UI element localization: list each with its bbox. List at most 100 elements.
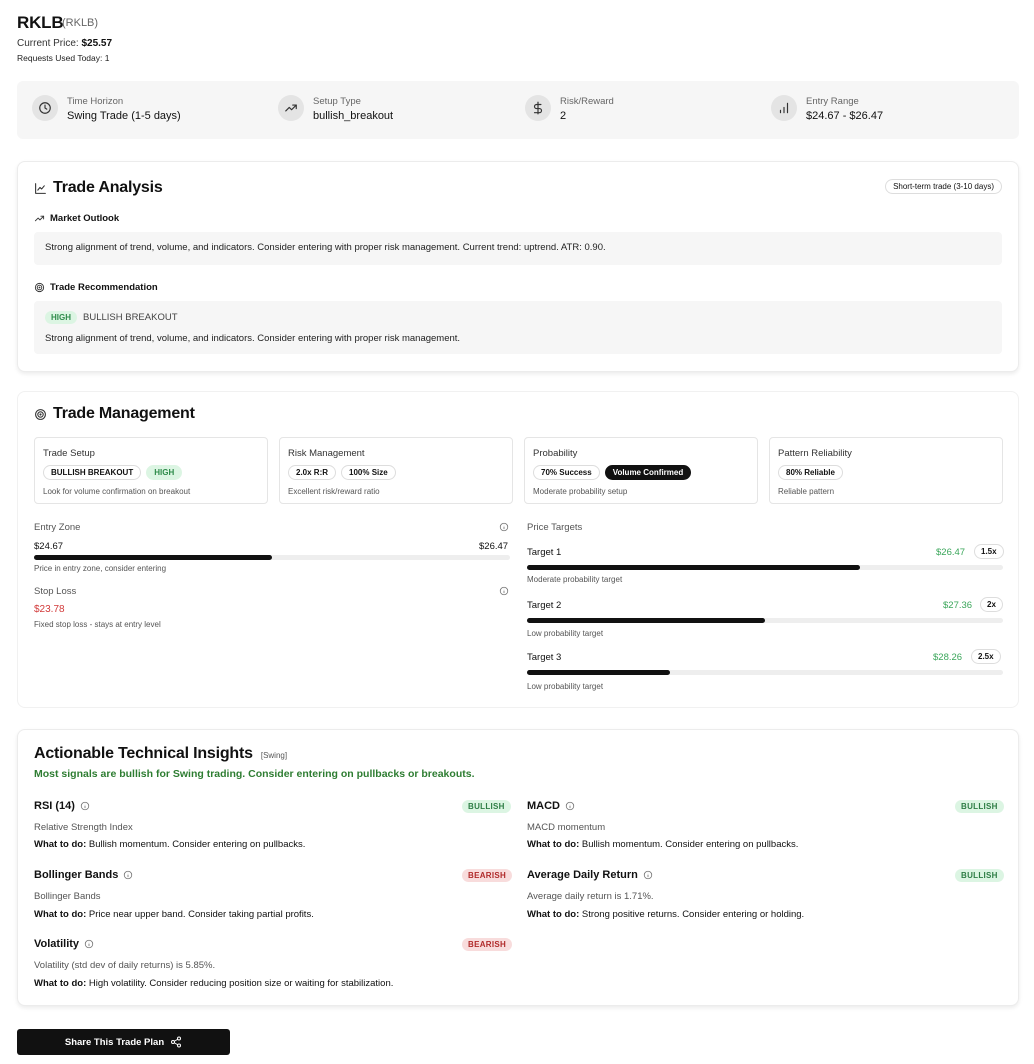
indicator-name-text: RSI (14): [34, 800, 75, 812]
indicator-name: RSI (14): [34, 800, 90, 812]
target-fill: [527, 565, 861, 570]
trade-setup-box: Trade Setup BULLISH BREAKOUT HIGH Look f…: [34, 437, 268, 504]
trade-management-title: Trade Management: [53, 405, 195, 422]
indicator-name: Average Daily Return: [527, 869, 653, 881]
indicator-name-text: MACD: [527, 800, 560, 812]
info-icon[interactable]: [643, 870, 653, 880]
box-desc: Moderate probability setup: [533, 487, 628, 496]
target-bar: [527, 618, 1003, 623]
info-icon[interactable]: [80, 801, 90, 811]
target-label: Target 1: [527, 547, 562, 558]
ticker-subtitle: (RKLB): [62, 17, 99, 29]
indicator-desc: Volatility (std dev of daily returns) is…: [34, 960, 216, 971]
indicator-name-text: Average Daily Return: [527, 869, 638, 881]
rr-chip: 2.0x R:R: [288, 465, 337, 480]
indicator-desc: Average daily return is 1.71%.: [527, 891, 654, 902]
risk-management-box: Risk Management 2.0x R:R 100% Size Excel…: [279, 437, 513, 504]
entry-low: $24.67: [34, 541, 64, 552]
target-bar: [527, 670, 1003, 675]
target-label: Target 3: [527, 652, 562, 663]
info-icon[interactable]: [123, 870, 133, 880]
indicator-action: What to do: High volatility. Consider re…: [34, 978, 393, 989]
share-icon: [170, 1036, 182, 1048]
signal-badge: BULLISH: [955, 869, 1004, 882]
target-price: $27.36: [943, 600, 973, 611]
action-text: Price near upper band. Consider taking p…: [88, 909, 314, 920]
action-text: Bullish momentum. Consider entering on p…: [88, 839, 306, 850]
setup-chip: BULLISH BREAKOUT: [43, 465, 142, 480]
target-price: $28.26: [933, 652, 963, 663]
summary-entry-range: Entry Range $24.67 - $26.47: [771, 94, 883, 128]
recommendation-row: HIGH BULLISH BREAKOUT: [45, 311, 178, 324]
target-label: Target 2: [527, 600, 562, 611]
market-outlook-header: Market Outlook: [34, 213, 119, 224]
what-to-do-label: What to do:: [527, 909, 580, 920]
indicator-desc: Relative Strength Index: [34, 822, 133, 833]
current-price-label: Current Price:: [17, 38, 79, 49]
box-title: Trade Setup: [43, 448, 95, 459]
target-icon: [34, 408, 47, 421]
summary-label: Entry Range: [806, 96, 859, 107]
summary-label: Risk/Reward: [560, 96, 614, 107]
entry-high: $26.47: [479, 541, 509, 552]
summary-label: Time Horizon: [67, 96, 124, 107]
indicator-name: Volatility: [34, 938, 94, 950]
box-desc: Look for volume confirmation on breakout: [43, 487, 191, 496]
trending-up-icon: [278, 95, 304, 121]
target-price: $26.47: [936, 547, 966, 558]
entry-note: Price in entry zone, consider entering: [34, 564, 167, 573]
indicator-desc: Bollinger Bands: [34, 891, 101, 902]
volume-chip: Volume Confirmed: [604, 465, 692, 480]
target-note: Moderate probability target: [527, 575, 623, 584]
trending-up-icon: [34, 213, 45, 224]
share-button-label: Share This Trade Plan: [64, 1036, 165, 1048]
trade-analysis-title: Trade Analysis: [53, 179, 163, 196]
entry-zone-label: Entry Zone: [34, 522, 81, 533]
insights-tag: [Swing]: [260, 751, 288, 760]
entry-zone-bar: [34, 555, 510, 560]
success-chip: 70% Success: [533, 465, 600, 480]
signal-badge: BEARISH: [462, 869, 513, 882]
box-title: Risk Management: [288, 448, 365, 459]
clock-icon: [32, 95, 58, 121]
insights-header: Actionable Technical Insights [Swing]: [34, 745, 287, 763]
info-icon[interactable]: [499, 586, 509, 596]
trade-management-card: Trade Management Trade Setup BULLISH BRE…: [17, 391, 1019, 708]
summary-time-horizon: Time Horizon Swing Trade (1-5 days): [32, 94, 181, 128]
summary-value: Swing Trade (1-5 days): [67, 110, 181, 122]
signal-badge: BEARISH: [462, 938, 513, 951]
indicator-name: MACD: [527, 800, 575, 812]
trade-recommendation-header: Trade Recommendation: [34, 282, 158, 293]
insights-summary: Most signals are bullish for Swing tradi…: [34, 768, 475, 780]
indicator-name-text: Bollinger Bands: [34, 869, 119, 881]
entry-zone-fill: [34, 555, 272, 560]
box-title: Pattern Reliability: [778, 448, 852, 459]
summary-value: $24.67 - $26.47: [806, 110, 884, 122]
bar-chart-icon: [771, 95, 797, 121]
probability-box: Probability 70% Success Volume Confirmed…: [524, 437, 758, 504]
info-icon[interactable]: [565, 801, 575, 811]
action-text: Strong positive returns. Consider enteri…: [581, 909, 805, 920]
technical-insights-card: Actionable Technical Insights [Swing] Mo…: [17, 729, 1019, 1006]
stop-loss-value: $23.78: [34, 604, 65, 615]
target-multiplier: 1.5x: [974, 544, 1004, 559]
info-icon[interactable]: [84, 939, 94, 949]
stop-loss-note: Fixed stop loss - stays at entry level: [34, 620, 161, 629]
trade-recommendation-title: Trade Recommendation: [50, 282, 158, 293]
signal-badge: BULLISH: [955, 800, 1004, 813]
target-note: Low probability target: [527, 682, 604, 691]
confidence-badge: HIGH: [45, 311, 77, 324]
share-trade-plan-button[interactable]: Share This Trade Plan: [17, 1029, 230, 1055]
summary-value: bullish_breakout: [313, 110, 394, 122]
requests-used: Requests Used Today: 1: [17, 53, 110, 63]
what-to-do-label: What to do:: [34, 909, 87, 920]
box-desc: Reliable pattern: [778, 487, 835, 496]
confidence-chip: HIGH: [146, 465, 183, 480]
ticker-symbol: RKLB: [17, 13, 64, 32]
trade-recommendation-box: HIGH BULLISH BREAKOUT Strong alignment o…: [34, 301, 1002, 354]
target-note: Low probability target: [527, 629, 604, 638]
trade-management-header: Trade Management: [34, 405, 195, 423]
summary-risk-reward: Risk/Reward 2: [525, 94, 614, 128]
indicator-name-text: Volatility: [34, 938, 80, 950]
info-icon[interactable]: [499, 522, 509, 532]
